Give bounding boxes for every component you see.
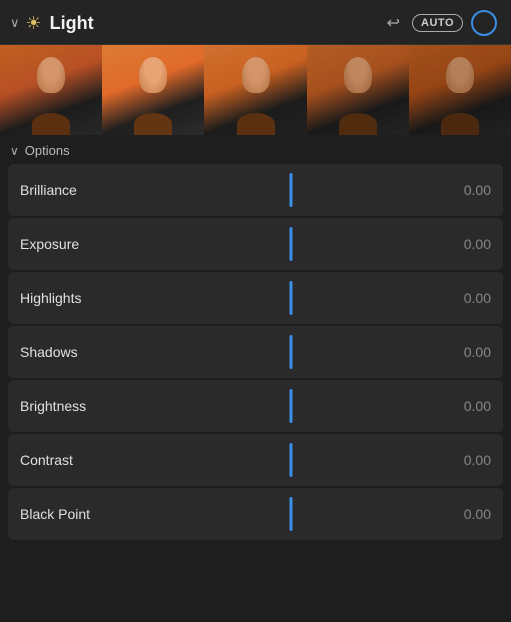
brightness-value: 0.00 [441,398,491,414]
options-chevron-icon: ∨ [10,144,19,158]
thumbnail-5[interactable] [409,45,511,135]
brilliance-slider-row[interactable]: Brilliance 0.00 [8,164,503,216]
shadows-value: 0.00 [441,344,491,360]
exposure-label: Exposure [20,236,140,252]
exposure-track[interactable] [140,218,441,270]
exposure-indicator [289,227,292,261]
highlights-value: 0.00 [441,290,491,306]
highlights-indicator [289,281,292,315]
highlights-label: Highlights [20,290,140,306]
header-actions: ↩ AUTO [383,10,497,36]
black-point-track[interactable] [140,488,441,540]
brightness-track[interactable] [140,380,441,432]
brilliance-label: Brilliance [20,182,140,198]
options-section-header[interactable]: ∨ Options [0,135,511,164]
sliders-container: Brilliance 0.00 Exposure 0.00 Highlights… [0,164,511,622]
contrast-label: Contrast [20,452,140,468]
exposure-slider-row[interactable]: Exposure 0.00 [8,218,503,270]
highlights-track[interactable] [140,272,441,324]
black-point-slider-row[interactable]: Black Point 0.00 [8,488,503,540]
thumbnail-3-selected[interactable] [204,45,306,135]
black-point-label: Black Point [20,506,140,522]
brightness-indicator [289,389,292,423]
brilliance-indicator [289,173,292,207]
contrast-value: 0.00 [441,452,491,468]
collapse-chevron[interactable]: ∨ [10,15,20,31]
sun-icon: ☀ [26,13,42,34]
options-label: Options [25,143,70,158]
thumbnail-4[interactable] [307,45,409,135]
black-point-indicator [289,497,292,531]
contrast-track[interactable] [140,434,441,486]
thumbnail-strip [0,45,511,135]
shadows-label: Shadows [20,344,140,360]
thumbnail-2[interactable] [102,45,204,135]
highlights-slider-row[interactable]: Highlights 0.00 [8,272,503,324]
contrast-indicator [289,443,292,477]
brilliance-value: 0.00 [441,182,491,198]
shadows-slider-row[interactable]: Shadows 0.00 [8,326,503,378]
shadows-track[interactable] [140,326,441,378]
exposure-value: 0.00 [441,236,491,252]
contrast-slider-row[interactable]: Contrast 0.00 [8,434,503,486]
auto-button[interactable]: AUTO [412,14,463,32]
shadows-indicator [289,335,292,369]
thumbnail-1[interactable] [0,45,102,135]
black-point-value: 0.00 [441,506,491,522]
brightness-label: Brightness [20,398,140,414]
panel-header: ∨ ☀ Light ↩ AUTO [0,0,511,45]
brightness-slider-row[interactable]: Brightness 0.00 [8,380,503,432]
undo-button[interactable]: ↩ [383,11,404,35]
mode-toggle-button[interactable] [471,10,497,36]
brilliance-track[interactable] [140,164,441,216]
light-panel: ∨ ☀ Light ↩ AUTO ∨ Options B [0,0,511,622]
panel-title: Light [50,13,383,34]
